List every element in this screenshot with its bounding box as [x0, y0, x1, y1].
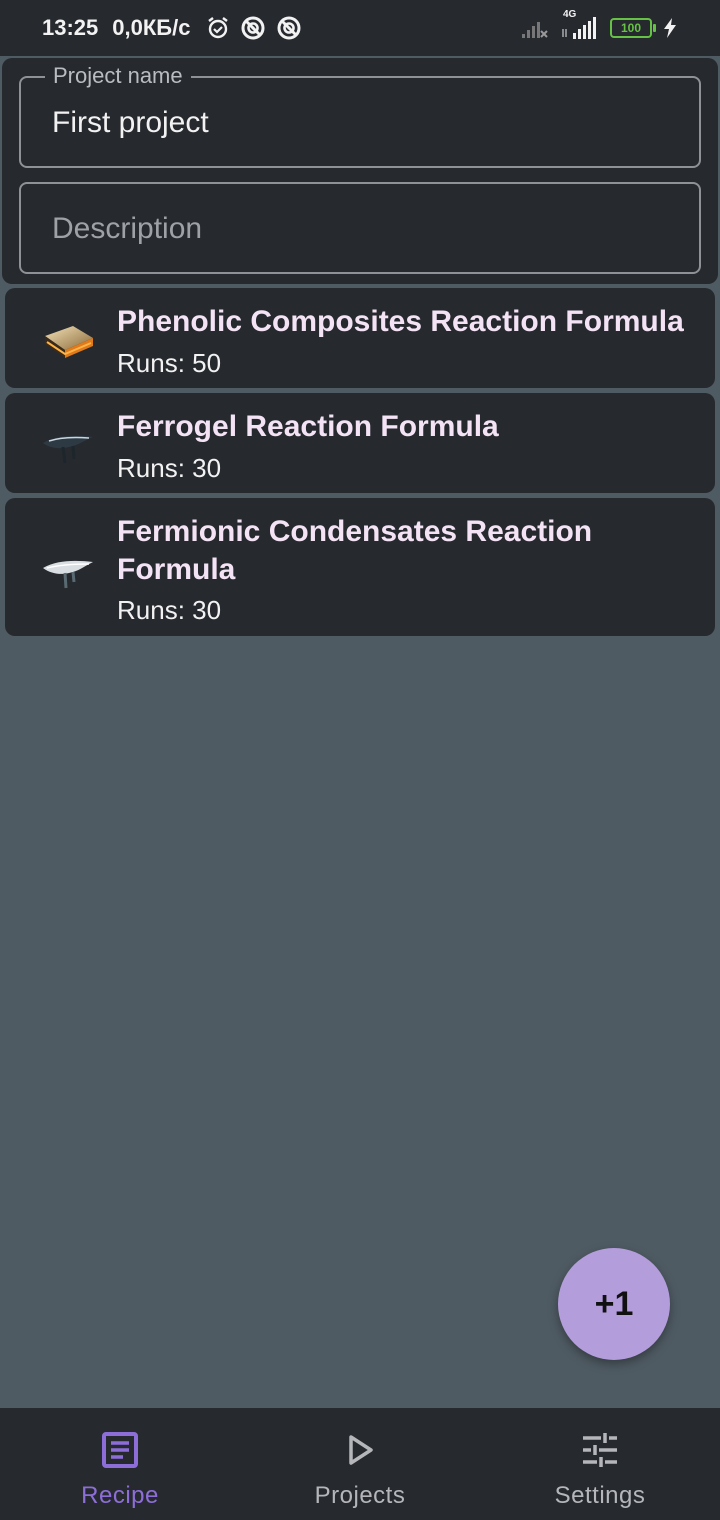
status-time: 13:25 — [42, 15, 99, 40]
project-header-card: Project name First project Description — [2, 58, 718, 284]
recipe-item[interactable]: Fermionic Condensates Reaction Formula R… — [5, 498, 715, 636]
increment-fab-button[interactable]: +1 — [558, 1248, 670, 1360]
bolt-icon — [664, 18, 676, 38]
dnd-icon — [241, 16, 265, 40]
battery-level: 100 — [620, 21, 642, 35]
bottom-navigation: Recipe Projects Settings — [0, 1408, 720, 1520]
recipe-icon — [102, 1432, 138, 1468]
description-field[interactable]: Description — [19, 182, 701, 274]
dnd-icon — [277, 16, 301, 40]
play-icon — [349, 1435, 373, 1465]
alarm-icon — [208, 17, 229, 39]
fermionic-condensates-icon — [43, 560, 93, 589]
nav-label-projects: Projects — [314, 1482, 406, 1509]
nav-item-projects[interactable]: Projects — [240, 1408, 480, 1520]
nav-item-settings[interactable]: Settings — [480, 1408, 720, 1520]
recipe-title: Fermionic Condensates Reaction Formula — [117, 515, 593, 586]
ferrogel-icon — [43, 435, 93, 464]
project-name-value[interactable]: First project — [52, 106, 209, 140]
project-name-label: Project name — [45, 63, 191, 89]
recipe-runs: Runs: 30 — [117, 595, 222, 625]
nav-item-recipe[interactable]: Recipe — [0, 1408, 240, 1520]
nav-label-settings: Settings — [554, 1482, 646, 1509]
status-net-speed: 0,0КБ/с — [112, 15, 191, 40]
fab-label: +1 — [594, 1284, 634, 1323]
phenolic-composites-icon — [45, 326, 93, 358]
recipe-item[interactable]: Ferrogel Reaction Formula Runs: 30 — [5, 393, 715, 493]
nav-label-recipe: Recipe — [81, 1482, 159, 1509]
recipe-item[interactable]: Phenolic Composites Reaction Formula Run… — [5, 288, 715, 388]
signal-off-icon — [522, 22, 548, 38]
status-bar: 13:25 0,0КБ/с 4G 100 — [0, 0, 720, 56]
recipe-runs: Runs: 30 — [117, 453, 222, 483]
recipe-title: Ferrogel Reaction Formula — [117, 410, 499, 443]
signal-4g-icon: 4G — [560, 9, 600, 41]
recipe-title: Phenolic Composites Reaction Formula — [117, 305, 684, 338]
project-name-field[interactable]: Project name First project — [19, 63, 701, 168]
battery-indicator: 100 — [610, 18, 656, 38]
recipe-runs: Runs: 50 — [117, 348, 222, 378]
description-placeholder: Description — [52, 212, 203, 245]
sliders-icon — [583, 1433, 617, 1467]
